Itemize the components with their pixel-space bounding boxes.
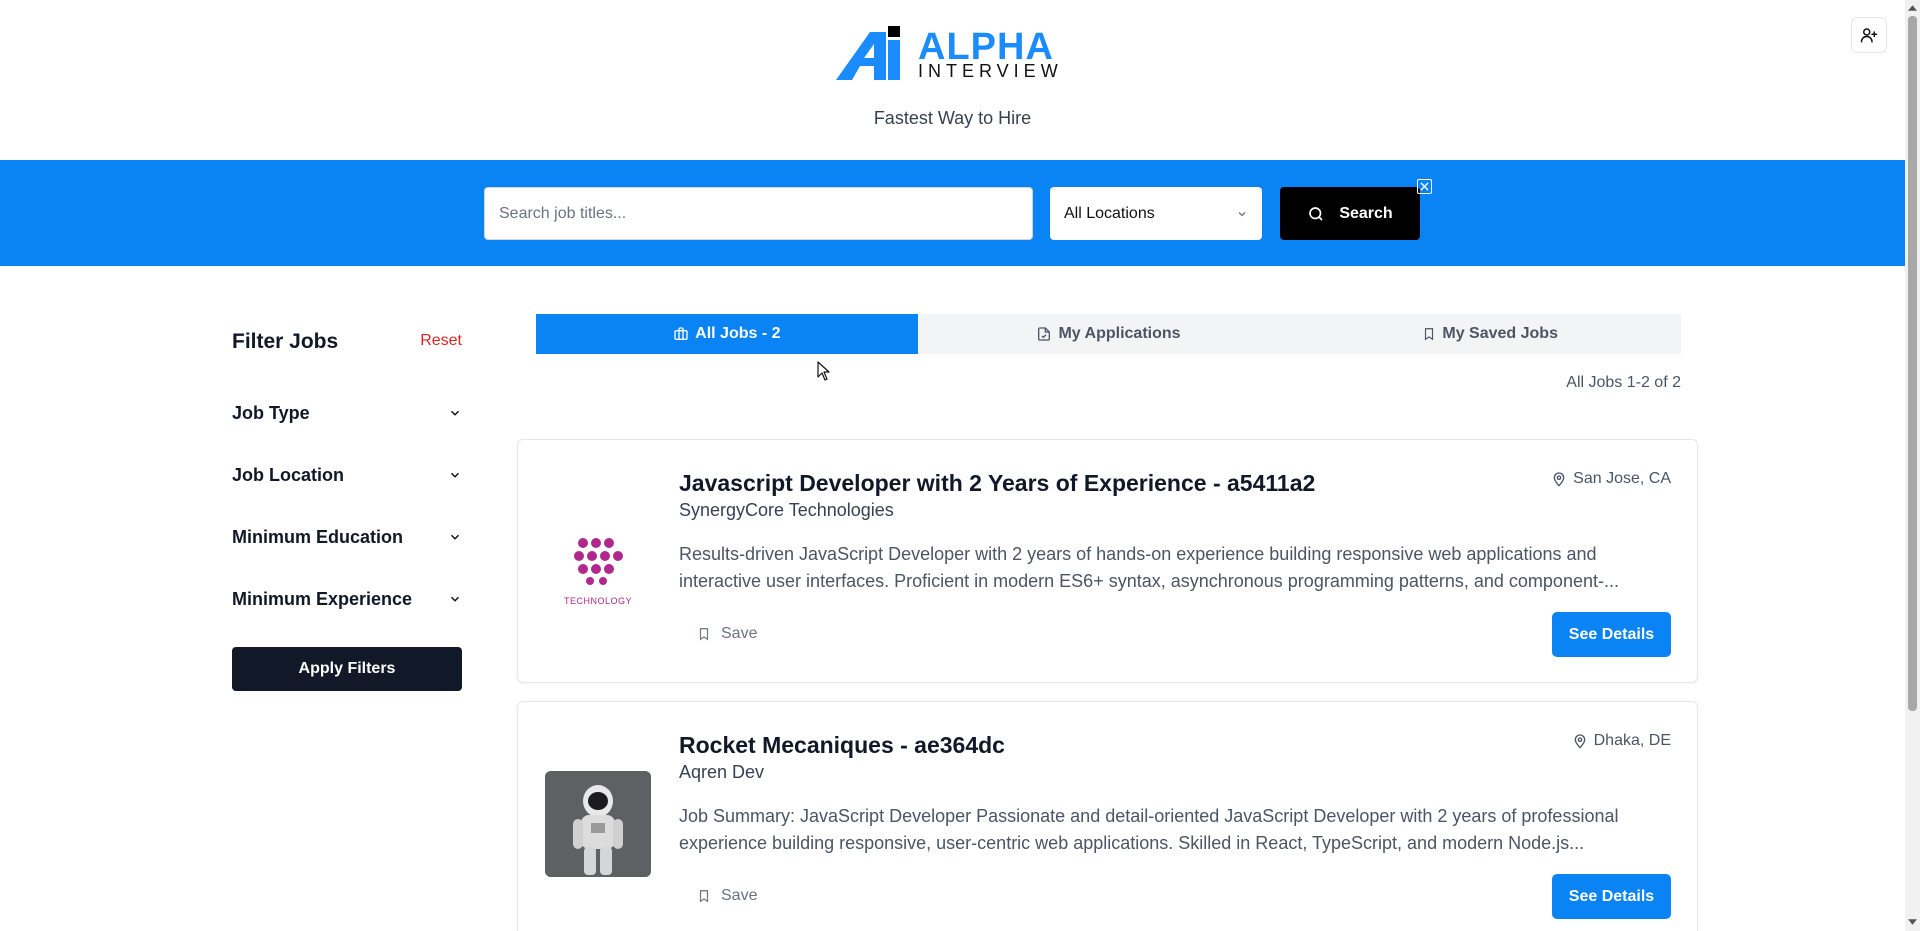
save-job-button[interactable]: Save [697,625,757,643]
company-logo [545,771,651,877]
logo-caption: TECHNOLOGY [563,596,632,606]
see-details-button[interactable]: See Details [1552,612,1671,657]
clear-search-button[interactable] [1417,179,1432,194]
chevron-down-icon [450,596,460,602]
scroll-thumb[interactable] [1908,16,1917,711]
job-location: Dhaka, DE [1572,732,1671,750]
job-card[interactable]: Rocket Mecaniques - ae364dc Aqren Dev Dh… [517,701,1698,931]
job-card[interactable]: TECHNOLOGY Javascript Developer with 2 Y… [517,439,1698,683]
mouse-cursor-icon [817,361,830,381]
job-tabs: All Jobs - 2 My Applications My Saved Jo… [536,314,1681,354]
tab-my-applications[interactable]: My Applications [918,314,1300,354]
location-select[interactable]: All Locations [1050,187,1262,240]
save-label: Save [721,887,758,904]
search-button-label: Search [1339,204,1393,222]
site-header: ALPHA INTERVIEW Fastest Way to Hire [0,0,1905,160]
bookmark-icon [1425,328,1434,341]
chevron-down-icon [450,472,460,478]
search-input[interactable] [484,187,1033,240]
briefcase-icon [674,327,688,340]
close-icon [1420,182,1429,191]
location-select-value: All Locations [1064,204,1155,222]
filter-label: Job Location [232,464,344,485]
chevron-down-icon [1238,211,1246,216]
map-pin-icon [1553,472,1565,487]
location-text: Dhaka, DE [1593,732,1671,749]
tab-label: My Saved Jobs [1442,325,1558,342]
company-name: SynergyCore Technologies [679,500,894,520]
scroll-up-arrow[interactable] [1908,3,1917,13]
filter-title: Filter Jobs [232,330,339,353]
location-text: San Jose, CA [1573,470,1671,487]
bookmark-icon [699,890,709,903]
reset-filters-link[interactable]: Reset [420,332,462,350]
save-label: Save [721,625,758,642]
save-job-button[interactable]: Save [697,887,757,905]
filter-minimum-experience[interactable]: Minimum Experience [232,587,462,611]
logo-mark-icon [836,26,900,80]
add-user-button[interactable] [1851,17,1887,53]
chevron-down-icon [450,410,460,416]
caret-down-icon [1908,919,1917,925]
search-band: All Locations Search [0,160,1905,266]
search-button[interactable]: Search [1280,187,1420,240]
apply-filters-button[interactable]: Apply Filters [232,647,462,691]
filter-label: Minimum Education [232,526,403,547]
filter-job-type[interactable]: Job Type [232,401,462,425]
astronaut-image-icon [545,771,651,877]
map-pin-icon [1574,734,1585,749]
company-name: Aqren Dev [679,762,765,782]
see-details-button[interactable]: See Details [1552,874,1671,919]
chevron-down-icon [450,534,460,540]
bookmark-icon [699,628,709,641]
filter-job-location[interactable]: Job Location [232,463,462,487]
results-count: All Jobs 1-2 of 2 [1566,374,1681,391]
tab-label: My Applications [1058,325,1181,342]
job-description: Results-driven JavaScript Developer with… [679,544,1619,591]
filter-label: Minimum Experience [232,588,413,609]
company-logo: TECHNOLOGY [545,509,651,615]
filter-minimum-education[interactable]: Minimum Education [232,525,462,549]
scroll-down-arrow[interactable] [1908,917,1917,927]
job-title[interactable]: Javascript Developer with 2 Years of Exp… [679,470,1315,497]
tab-my-saved-jobs[interactable]: My Saved Jobs [1299,314,1681,354]
job-location: San Jose, CA [1551,470,1671,488]
page-scrollbar[interactable] [1905,0,1920,931]
filter-label: Job Type [232,402,310,423]
caret-up-icon [1908,5,1917,11]
document-icon [1038,327,1051,341]
tab-label: All Jobs - 2 [695,325,781,342]
job-title[interactable]: Rocket Mecaniques - ae364dc [679,732,1005,759]
job-description: Job Summary: JavaScript Developer Passio… [679,806,1619,853]
logo-text-interview: INTERVIEW [918,61,1063,81]
user-plus-icon [1860,28,1878,43]
search-icon [1309,206,1323,221]
tab-all-jobs[interactable]: All Jobs - 2 [536,314,918,354]
tagline: Fastest Way to Hire [873,108,1032,128]
